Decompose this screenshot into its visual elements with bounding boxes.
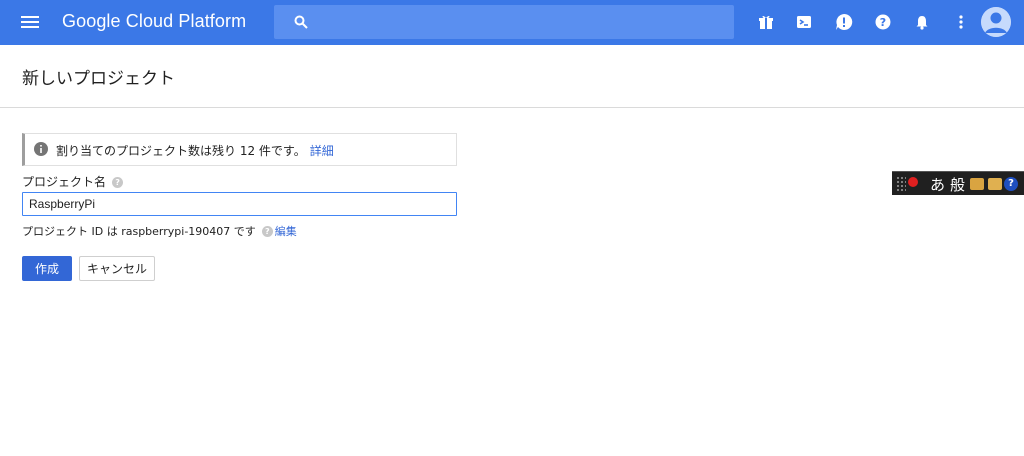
menu-icon[interactable]: [20, 13, 40, 31]
project-name-label: プロジェクト名: [22, 175, 107, 189]
ime-conversion-mode[interactable]: 般: [950, 174, 965, 195]
account-avatar[interactable]: [981, 7, 1011, 37]
create-button[interactable]: 作成: [22, 256, 72, 281]
project-name-input[interactable]: [22, 192, 457, 216]
notice-text: 割り当てのプロジェクト数は残り 12 件です。: [56, 144, 306, 158]
info-icon: [34, 142, 48, 156]
edit-id-link[interactable]: 編集: [275, 225, 297, 238]
help-icon[interactable]: ?: [873, 12, 893, 32]
ime-tool-icon[interactable]: [970, 178, 984, 190]
quota-notice: 割り当てのプロジェクト数は残り 12 件です。 詳細: [22, 133, 457, 166]
cancel-button[interactable]: キャンセル: [79, 256, 155, 281]
page-title: 新しいプロジェクト: [22, 69, 175, 89]
cloud-shell-icon[interactable]: [794, 12, 814, 32]
ime-toolbar[interactable]: あ 般 ?: [892, 171, 1024, 195]
notice-text-wrap: 割り当てのプロジェクト数は残り 12 件です。 詳細: [56, 142, 334, 159]
help-circle-icon[interactable]: ?: [261, 226, 273, 237]
help-circle-icon[interactable]: ?: [112, 177, 124, 188]
gift-icon[interactable]: [756, 12, 776, 32]
top-app-bar: Google Cloud Platform ?: [0, 0, 1024, 45]
header-divider: [0, 107, 1024, 108]
ime-input-mode[interactable]: あ: [930, 174, 945, 195]
brand-title[interactable]: Google Cloud Platform: [62, 11, 246, 32]
more-vert-icon[interactable]: [951, 12, 971, 32]
ime-dictionary-icon[interactable]: [988, 178, 1002, 190]
details-link[interactable]: 詳細: [310, 144, 334, 158]
ime-status-icon[interactable]: [908, 177, 918, 187]
bell-icon[interactable]: [912, 12, 932, 32]
project-id-text: プロジェクト ID は raspberrypi-190407 です: [22, 225, 256, 238]
project-name-label-row: プロジェクト名?: [22, 173, 124, 190]
project-id-row: プロジェクト ID は raspberrypi-190407 です? 編集: [22, 223, 297, 239]
notification-alert-icon[interactable]: [834, 12, 854, 32]
drag-handle-icon[interactable]: [896, 176, 906, 192]
search-input[interactable]: [318, 5, 718, 39]
ime-help-icon[interactable]: ?: [1004, 177, 1018, 191]
search-icon: [294, 15, 308, 29]
search-bar[interactable]: [274, 5, 734, 39]
svg-text:?: ?: [880, 16, 886, 29]
